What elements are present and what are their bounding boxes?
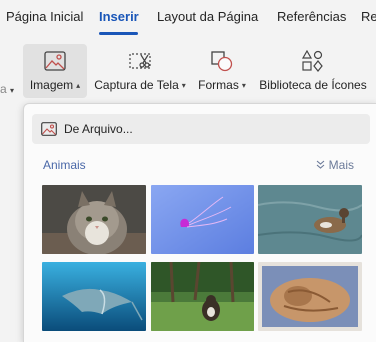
jellyfish-photo[interactable] xyxy=(151,185,254,254)
image-file-icon xyxy=(41,122,57,136)
screenshot-button-label: Captura de Tela xyxy=(94,78,179,92)
from-file-label: De Arquivo... xyxy=(64,122,133,136)
screenshot-icon xyxy=(128,48,152,74)
manta-ray-photo[interactable] xyxy=(42,262,146,331)
ribbon-tabs: Página Inicial Inserir Layout da Página … xyxy=(0,0,376,36)
chevron-down-icon: ▾ xyxy=(241,80,246,90)
chevron-up-icon: ▴ xyxy=(76,80,81,90)
image-icon xyxy=(44,48,66,74)
image-button-label: Imagem xyxy=(29,78,74,92)
double-chevron-down-icon xyxy=(316,158,325,172)
tab-referencias[interactable]: Referências xyxy=(277,9,346,24)
tab-pagina-inicial[interactable]: Página Inicial xyxy=(6,9,83,24)
more-label: Mais xyxy=(328,158,354,172)
ribbon-toolbar: a ▾ Imagem ▴ Captura de Tela ▾ Formas ▾ … xyxy=(0,36,376,102)
tab-inserir[interactable]: Inserir xyxy=(99,9,139,24)
tab-revisao-partial[interactable]: Re xyxy=(361,9,376,24)
shapes-button-label: Formas xyxy=(198,78,239,92)
toolbar-truncated-item[interactable]: a ▾ xyxy=(0,82,14,96)
icon-library-button[interactable]: Biblioteca de Ícones xyxy=(258,44,368,98)
icon-library-icon xyxy=(301,48,325,74)
icon-library-button-label: Biblioteca de Ícones xyxy=(259,78,367,92)
tab-layout-da-pagina[interactable]: Layout da Página xyxy=(157,9,258,24)
chevron-down-icon: ▾ xyxy=(181,80,186,90)
shapes-button[interactable]: Formas ▾ xyxy=(195,44,249,98)
from-file-item[interactable]: De Arquivo... xyxy=(32,114,370,144)
image-button[interactable]: Imagem ▴ xyxy=(23,44,87,98)
active-tab-indicator xyxy=(99,32,138,35)
cat-photo[interactable] xyxy=(42,185,146,254)
duck-photo[interactable] xyxy=(258,185,362,254)
cat-in-orchard-photo[interactable] xyxy=(151,262,254,331)
screenshot-button[interactable]: Captura de Tela ▾ xyxy=(93,44,187,98)
sleeping-cat-photo[interactable] xyxy=(258,262,362,331)
shapes-icon xyxy=(210,48,234,74)
more-button[interactable]: Mais xyxy=(316,158,354,172)
section-title-animais: Animais xyxy=(43,158,86,172)
image-dropdown-panel: De Arquivo... Animais Mais xyxy=(23,103,376,342)
